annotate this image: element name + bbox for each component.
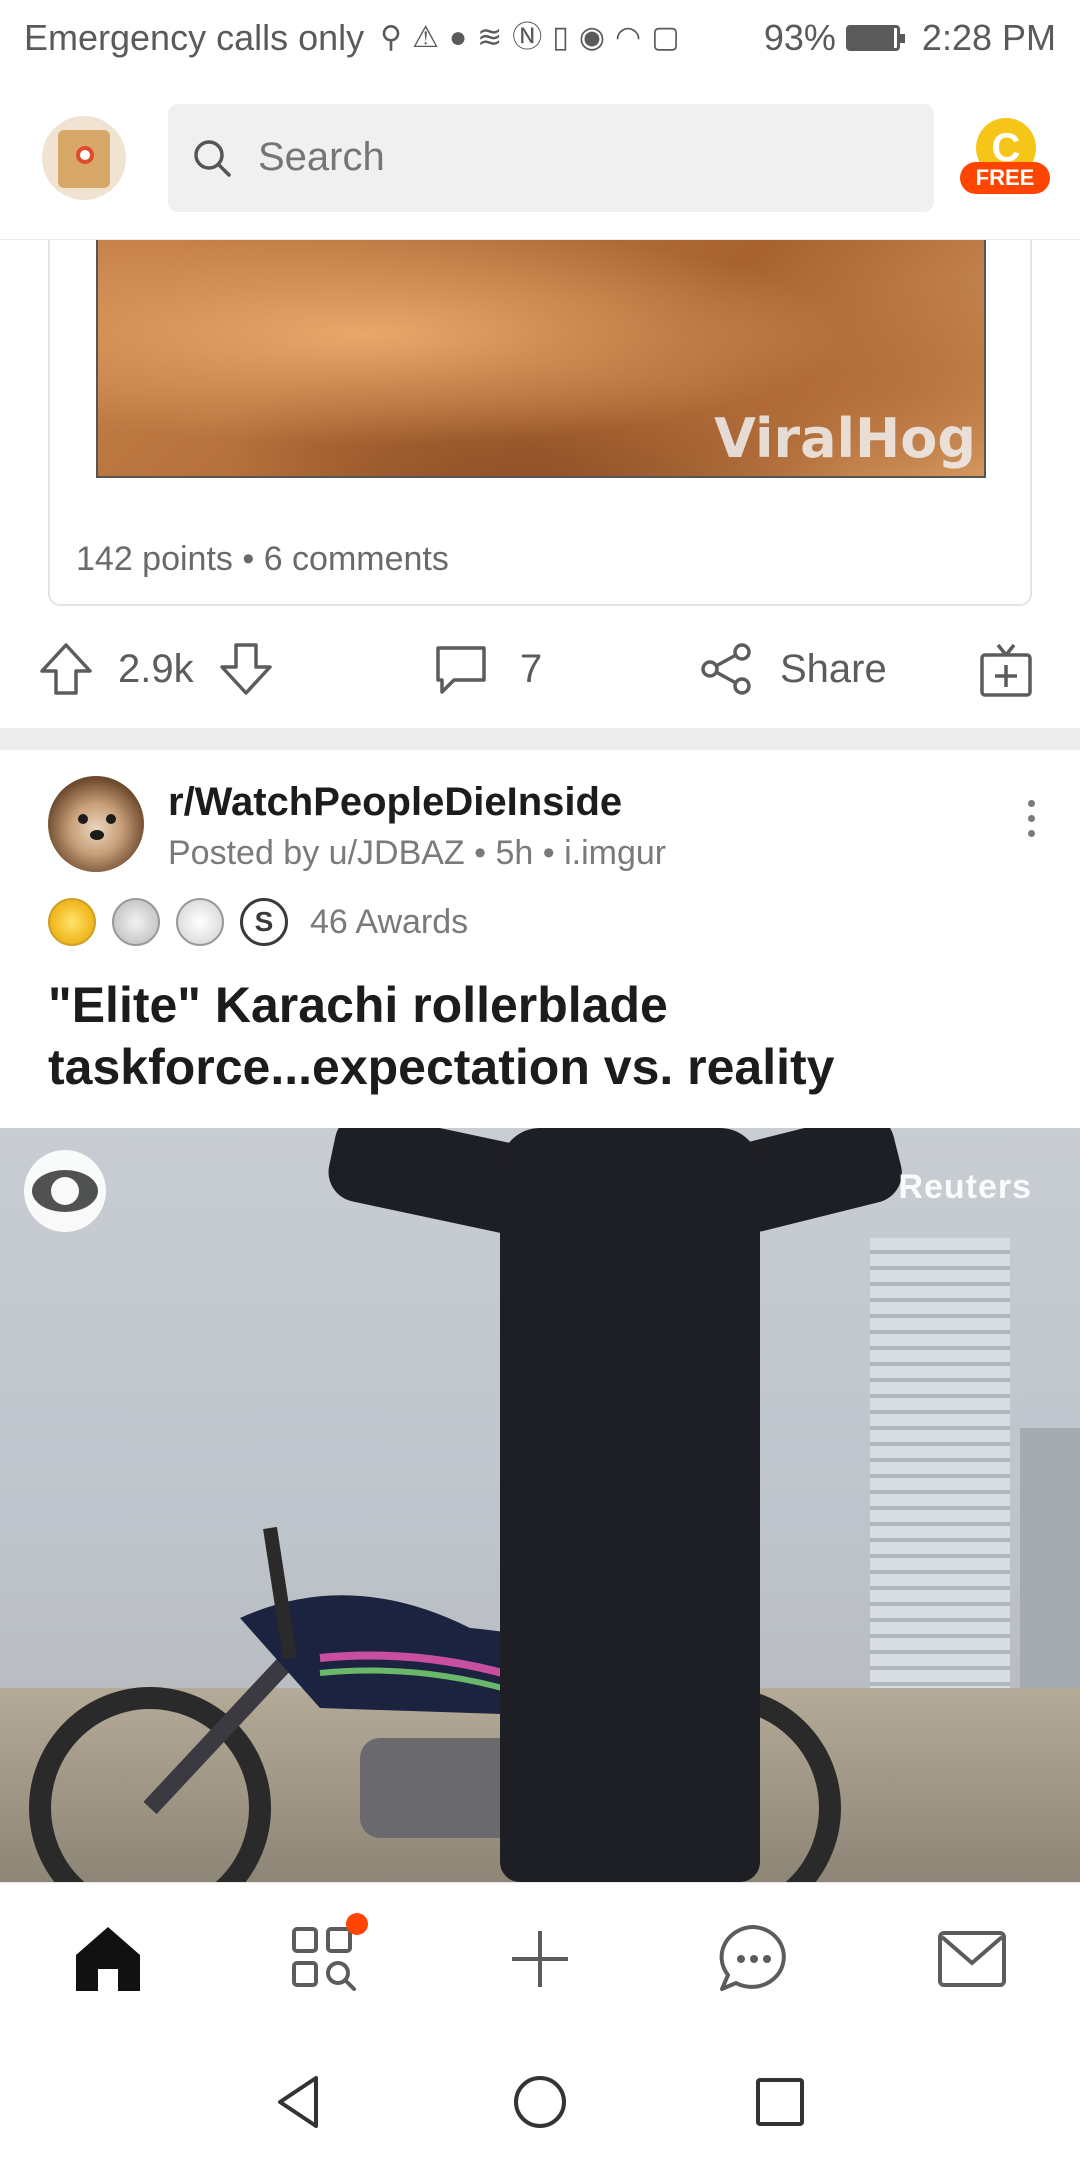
award-gold-icon — [48, 898, 96, 946]
subreddit-name[interactable]: r/WatchPeopleDieInside — [168, 780, 622, 825]
award-button[interactable] — [976, 639, 1036, 699]
system-back-button[interactable] — [270, 2072, 330, 2132]
awards-row[interactable]: S 46 Awards — [48, 894, 468, 950]
system-recents-button[interactable] — [750, 2072, 810, 2132]
award-face-icon — [176, 898, 224, 946]
inbox-icon — [938, 1931, 1006, 1987]
comments-button[interactable]: 7 — [432, 640, 542, 698]
app-header: C FREE — [0, 76, 1080, 240]
nav-inbox[interactable] — [932, 1919, 1012, 1999]
battery-percent: 93% — [763, 17, 836, 58]
status-icons: ⚲ ⚠ ● ≋ Ⓝ ▯ ◉ ◠ ▢ — [380, 23, 764, 53]
downvote-icon[interactable] — [216, 639, 276, 699]
nav-home[interactable] — [68, 1919, 148, 1999]
share-label: Share — [780, 646, 887, 691]
vibrate-icon: ▯ — [552, 21, 569, 54]
embedded-post-meta: 142 points • 6 comments — [76, 540, 449, 578]
comment-count: 7 — [520, 646, 543, 691]
home-icon — [76, 1927, 140, 1991]
wifi-icon: ◠ — [615, 21, 642, 54]
chat-icon — [719, 1924, 786, 1991]
nav-discover[interactable] — [286, 1913, 368, 1999]
post-title[interactable]: "Elite" Karachi rollerblade taskforce...… — [48, 974, 1032, 1098]
award-silver-icon: S — [240, 898, 288, 946]
share-button[interactable]: Share — [698, 640, 887, 698]
image-watermark: ViralHog — [714, 407, 976, 470]
create-post-icon — [512, 1931, 568, 1987]
bottom-nav — [0, 1882, 1080, 2042]
person-graphic — [500, 1128, 760, 1882]
battery-icon — [845, 25, 905, 51]
usb-icon: ⚲ — [380, 21, 403, 54]
nav-chat[interactable] — [714, 1919, 794, 1999]
swipe-icon: ≋ — [477, 21, 503, 54]
apple-icon: ● — [449, 21, 468, 54]
post-action-bar: 2.9k 7 Share — [0, 614, 1080, 724]
search-input[interactable] — [258, 135, 898, 180]
search-bar[interactable] — [168, 103, 934, 212]
embedded-post-card[interactable]: ViralHog 142 points • 6 comments — [48, 240, 1032, 606]
award-handshake-icon — [112, 898, 160, 946]
home-circle-icon — [514, 2076, 566, 2128]
eye-icon: ◉ — [578, 21, 605, 54]
image-watermark: Reuters — [898, 1168, 1032, 1206]
post-image[interactable]: Reuters — [0, 1128, 1080, 1882]
feed-divider — [0, 728, 1080, 750]
share-icon — [701, 643, 751, 695]
system-nav — [0, 2042, 1080, 2160]
system-home-button[interactable] — [510, 2072, 570, 2132]
avatar-eye-icon — [76, 145, 94, 164]
post-meta[interactable]: Posted by u/JDBAZ • 5h • i.imgur — [168, 834, 666, 873]
comment-icon — [436, 646, 486, 694]
warning-icon: ⚠ — [412, 21, 440, 54]
vote-count: 2.9k — [118, 646, 194, 691]
battery-alert-icon: ▢ — [651, 21, 680, 54]
recents-icon — [756, 2078, 804, 2126]
back-icon — [278, 2076, 318, 2128]
notification-dot — [346, 1913, 368, 1935]
post-image[interactable]: ViralHog — [96, 240, 986, 478]
search-icon — [194, 139, 231, 177]
more-options-icon[interactable] — [1024, 800, 1038, 844]
status-bar: Emergency calls only ⚲ ⚠ ● ≋ Ⓝ ▯ ◉ ◠ ▢ 9… — [0, 0, 1080, 76]
coins-button[interactable]: C FREE — [960, 116, 1050, 200]
cbs-eye-logo-icon — [24, 1150, 106, 1232]
nfc-icon: Ⓝ — [512, 21, 543, 54]
dog-nose-icon — [90, 830, 104, 840]
upvote-icon[interactable] — [36, 639, 96, 699]
subreddit-avatar[interactable] — [48, 776, 144, 872]
dog-eye-icon — [106, 814, 116, 824]
free-badge: FREE — [960, 161, 1050, 194]
user-avatar[interactable] — [42, 115, 126, 200]
nav-create-post[interactable] — [500, 1919, 580, 1999]
carrier-text: Emergency calls only — [24, 17, 365, 58]
awards-count: 46 Awards — [310, 902, 469, 941]
dog-eye-icon — [78, 814, 88, 824]
gift-icon — [980, 643, 1032, 697]
clock: 2:28 PM — [921, 17, 1056, 58]
